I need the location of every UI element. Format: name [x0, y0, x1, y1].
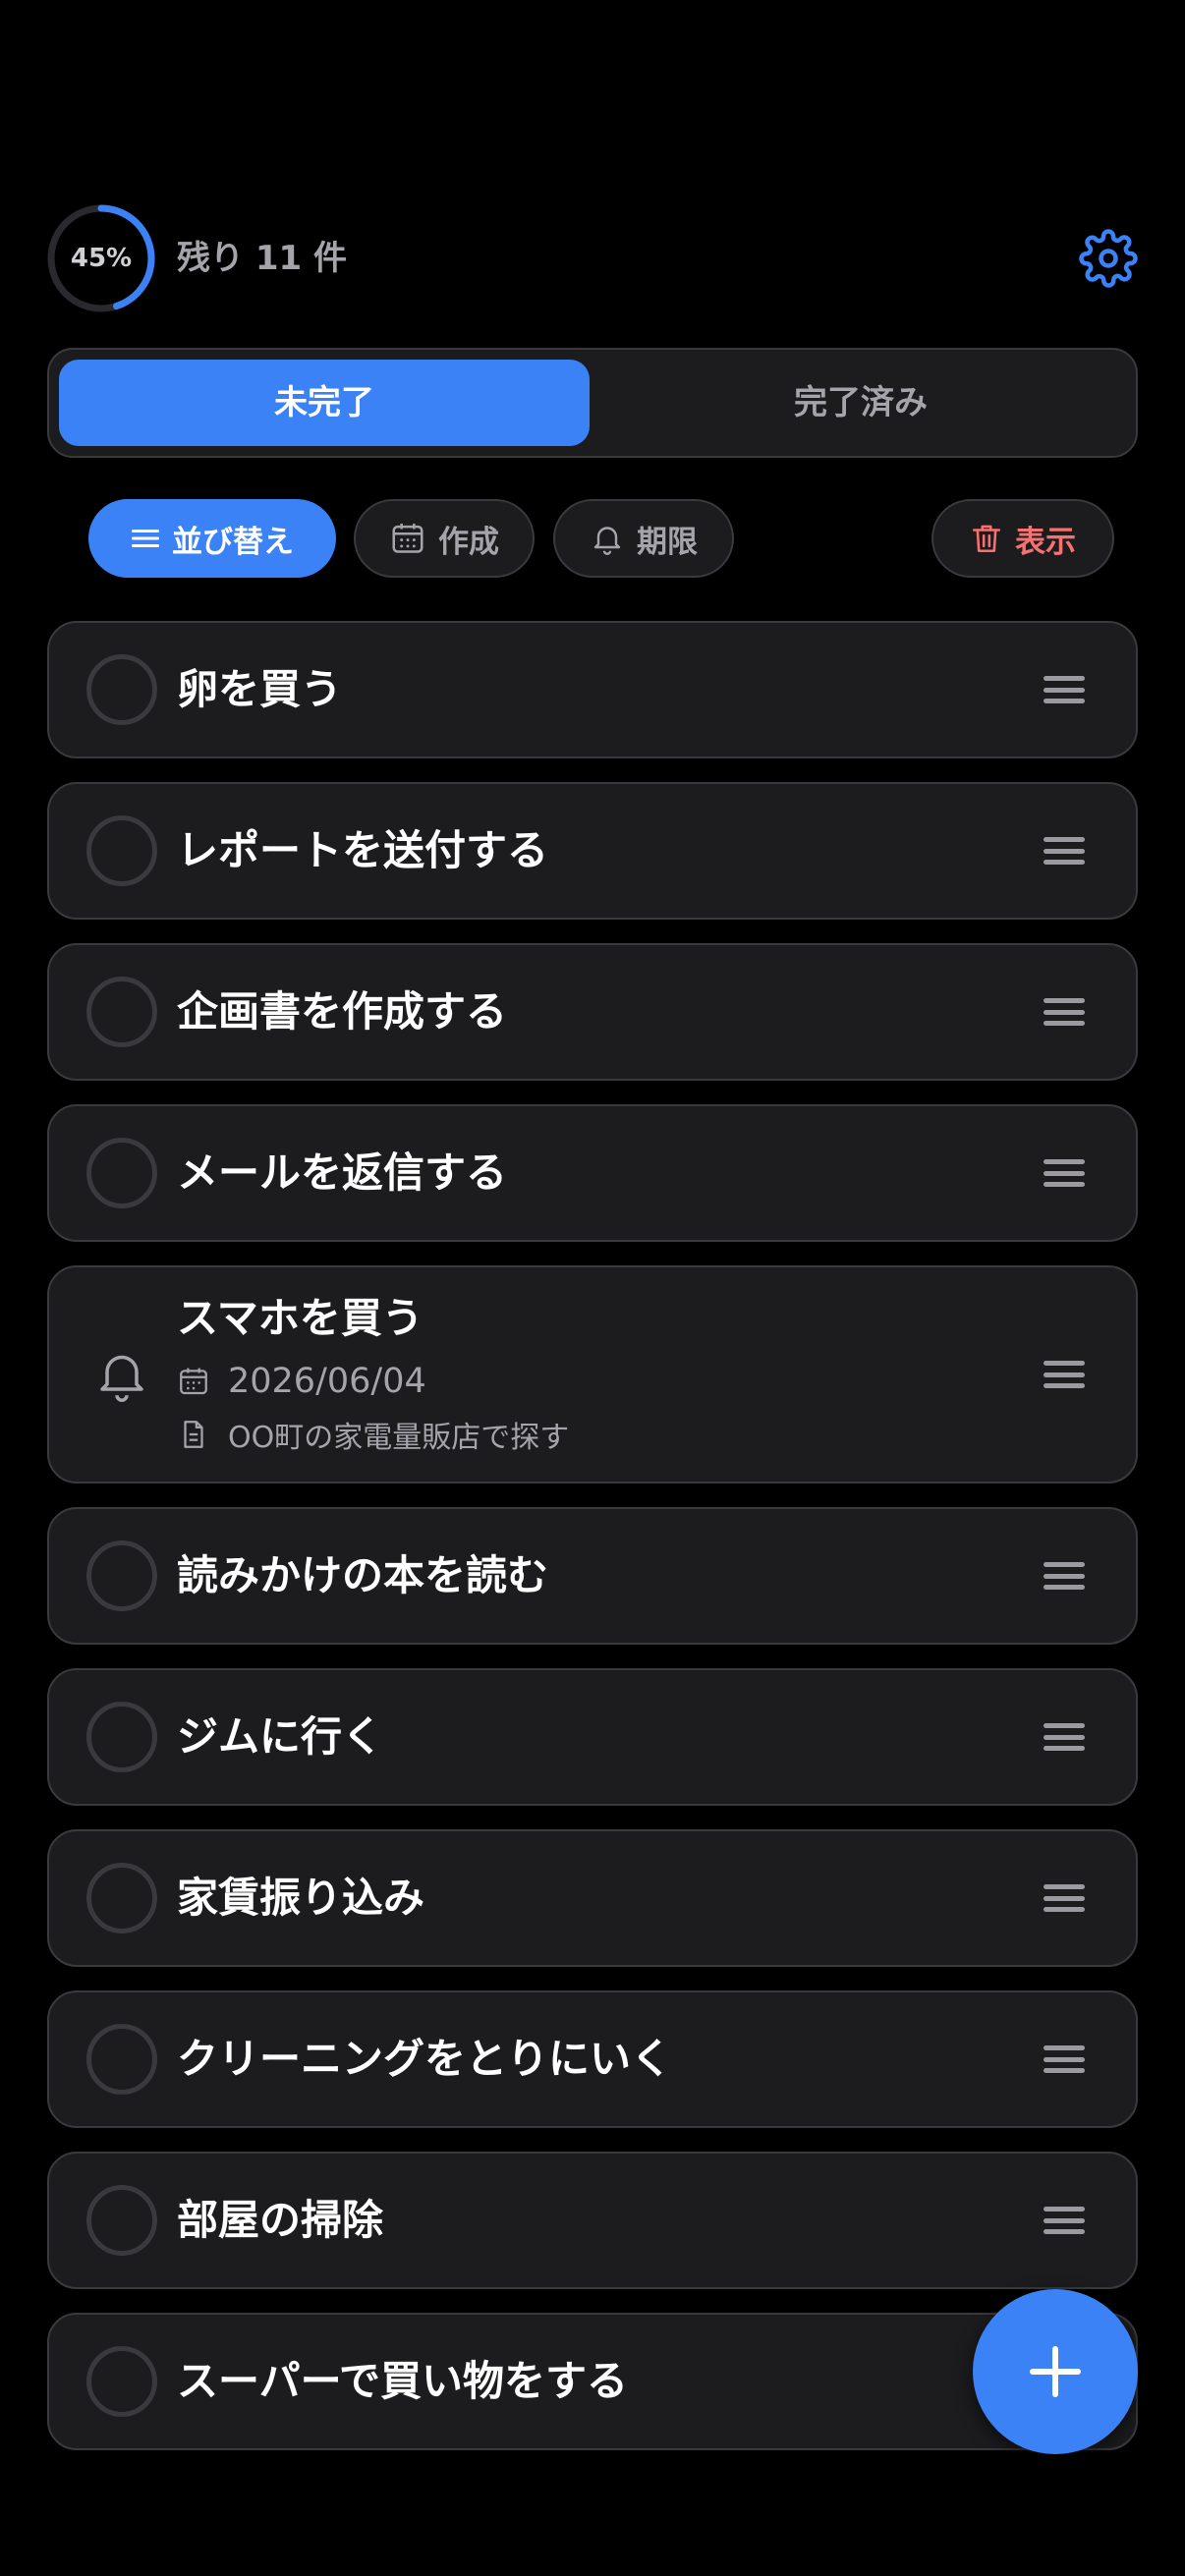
drag-handle-icon[interactable] — [1044, 2045, 1085, 2073]
drag-handle-icon[interactable] — [1044, 1884, 1085, 1912]
task-checkbox[interactable] — [86, 1138, 157, 1208]
task-title: 家賃振り込み — [177, 1874, 425, 1922]
task-due-date: 2026/06/04 — [177, 1360, 426, 1403]
calendar-icon — [392, 523, 423, 553]
remaining-count: 残り 11 件 — [177, 239, 347, 278]
drag-handle-icon[interactable] — [1044, 1159, 1085, 1187]
task-checkbox[interactable] — [86, 2346, 157, 2417]
add-task-button[interactable] — [973, 2289, 1138, 2454]
task-checkbox[interactable] — [86, 1863, 157, 1933]
drag-handle-icon[interactable] — [1044, 1562, 1085, 1590]
task-checkbox[interactable] — [86, 2024, 157, 2095]
header: 45% 残り 11 件 — [47, 204, 1138, 312]
sort-by-created-button[interactable]: 作成 — [354, 499, 535, 578]
due-label: 期限 — [637, 524, 698, 560]
list-icon — [132, 530, 159, 547]
task-title: スマホを買う — [177, 1294, 423, 1342]
task-title: ジムに行く — [177, 1712, 384, 1761]
display-label: 表示 — [1015, 524, 1076, 560]
task-date-text: 2026/06/04 — [228, 1362, 426, 1401]
drag-handle-icon[interactable] — [1044, 2207, 1085, 2234]
drag-handle-icon[interactable] — [1044, 837, 1085, 865]
status-segmented-control: 未完了 完了済み — [47, 348, 1138, 458]
task-title: 部屋の掃除 — [177, 2196, 384, 2244]
drag-handle-icon[interactable] — [1044, 676, 1085, 703]
task-checkbox[interactable] — [86, 977, 157, 1047]
task-title: スーパーで買い物をする — [177, 2357, 629, 2405]
task-checkbox[interactable] — [86, 2185, 157, 2256]
calendar-icon — [180, 1368, 207, 1395]
sort-label: 並び替え — [172, 524, 294, 560]
task-title: 卵を買う — [177, 665, 343, 713]
task-row[interactable]: スマホを買う 2026/06/04 OO町の家電量販店で探す — [47, 1265, 1138, 1484]
tab-incomplete[interactable]: 未完了 — [59, 360, 590, 446]
drag-handle-icon[interactable] — [1044, 1361, 1085, 1388]
drag-handle-icon[interactable] — [1044, 998, 1085, 1026]
sort-by-due-button[interactable]: 期限 — [553, 499, 734, 578]
task-row[interactable]: ジムに行く — [47, 1668, 1138, 1806]
sort-button[interactable]: 並び替え — [88, 499, 336, 578]
task-checkbox[interactable] — [86, 1540, 157, 1611]
display-button[interactable]: 表示 — [931, 499, 1114, 578]
task-checkbox[interactable] — [86, 815, 157, 886]
task-row[interactable]: レポートを送付する — [47, 782, 1138, 920]
task-title: メールを返信する — [177, 1148, 508, 1197]
trash-icon — [972, 525, 1001, 553]
document-icon — [184, 1421, 203, 1448]
tab-completed[interactable]: 完了済み — [595, 360, 1126, 446]
progress-ring: 45% — [47, 204, 155, 312]
task-row[interactable]: 卵を買う — [47, 621, 1138, 758]
task-row[interactable]: 読みかけの本を読む — [47, 1507, 1138, 1645]
task-note-text: OO町の家電量販店で探す — [228, 1421, 570, 1455]
task-title: レポートを送付する — [177, 826, 549, 874]
task-note: OO町の家電量販店で探す — [177, 1413, 569, 1456]
task-row[interactable]: メールを返信する — [47, 1104, 1138, 1242]
task-row[interactable]: 部屋の掃除 — [47, 2152, 1138, 2289]
bell-icon — [593, 527, 621, 555]
task-title: クリーニングをとりにいく — [177, 2035, 673, 2083]
task-row[interactable]: クリーニングをとりにいく — [47, 1990, 1138, 2128]
task-title: 企画書を作成する — [177, 987, 508, 1036]
task-title: 読みかけの本を読む — [177, 1551, 549, 1599]
task-row[interactable]: 家賃振り込み — [47, 1829, 1138, 1967]
progress-percent: 45% — [70, 244, 133, 273]
settings-button[interactable] — [1079, 229, 1138, 288]
gear-icon — [1079, 229, 1138, 288]
drag-handle-icon[interactable] — [1044, 1723, 1085, 1751]
bell-icon[interactable] — [92, 1344, 151, 1405]
created-label: 作成 — [438, 524, 499, 560]
task-checkbox[interactable] — [86, 1702, 157, 1772]
plus-icon — [1030, 2346, 1081, 2397]
task-row[interactable]: 企画書を作成する — [47, 943, 1138, 1081]
task-checkbox[interactable] — [86, 654, 157, 725]
